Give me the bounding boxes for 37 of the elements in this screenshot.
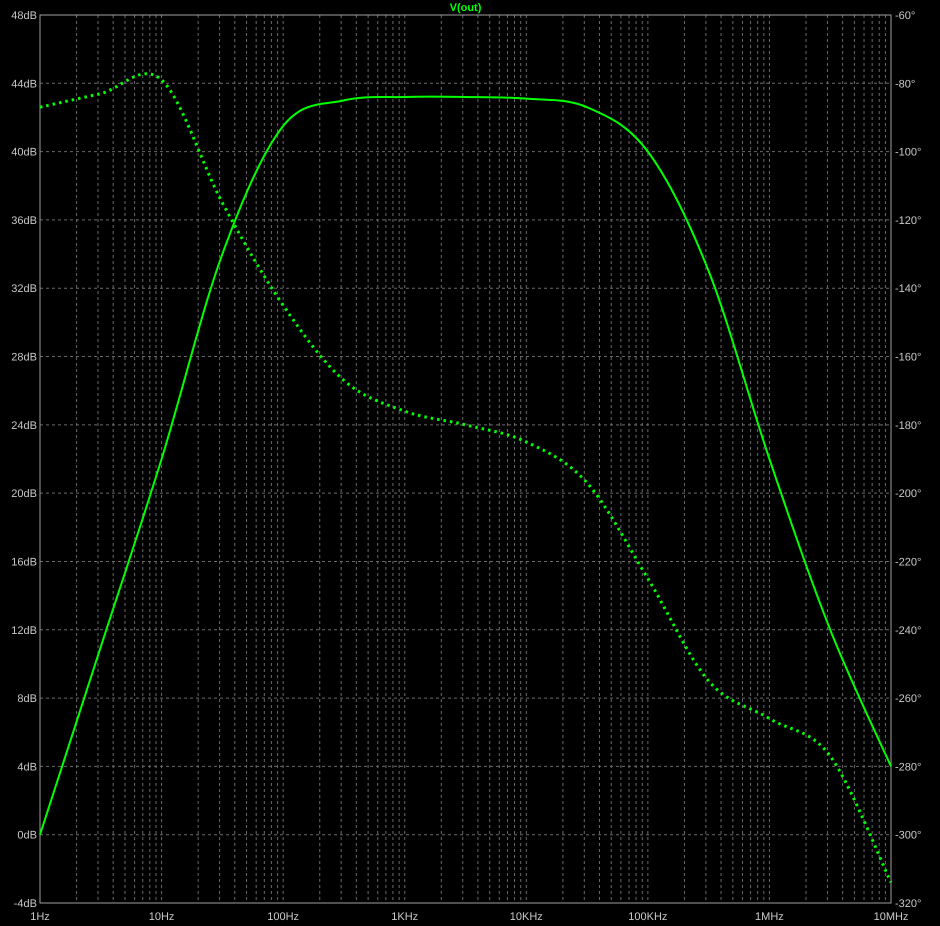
phase-axis-label: -280° — [895, 761, 922, 774]
phase-axis-label: -300° — [895, 830, 922, 842]
y-axis-label: 48dB — [11, 10, 37, 22]
y-axis-label: 8dB — [17, 693, 37, 706]
chart-title: V(out) — [450, 2, 482, 14]
x-axis-label: 100Hz — [267, 911, 300, 923]
phase-axis-label: -140° — [895, 283, 922, 296]
y-axis-label: 44dB — [11, 78, 37, 90]
x-axis-label: 10Hz — [148, 911, 174, 923]
y-axis-label: 24dB — [11, 420, 37, 432]
x-axis-label: 100KHz — [628, 911, 668, 923]
y-axis-label: 28dB — [11, 352, 37, 364]
y-axis-label: 4dB — [17, 761, 37, 774]
x-axis-label: 10MHz — [874, 911, 908, 923]
phase-axis-label: -260° — [895, 693, 922, 706]
phase-axis-label: -120° — [895, 214, 922, 227]
y-axis-label: 12dB — [11, 624, 37, 637]
x-axis-label: 10KHz — [510, 911, 543, 923]
phase-axis-label: -60° — [895, 10, 916, 22]
x-axis-label: 1KHz — [391, 911, 418, 923]
phase-axis-label: -180° — [895, 420, 922, 432]
phase-axis-label: -240° — [895, 624, 922, 637]
y-axis-label: 36dB — [11, 214, 37, 227]
x-axis-label: 1MHz — [755, 911, 784, 923]
y-axis-label: 20dB — [11, 488, 37, 500]
phase-axis-label: -100° — [895, 146, 922, 159]
phase-axis-label: -80° — [895, 78, 916, 90]
x-axis-label: 1Hz — [30, 911, 50, 923]
phase-axis-label: -200° — [895, 488, 922, 500]
y-axis-label: 0dB — [17, 830, 37, 842]
y-axis-label: -4dB — [14, 898, 37, 910]
phase-axis-label: -320° — [895, 898, 922, 910]
y-axis-label: 16dB — [11, 556, 37, 568]
y-axis-label: 40dB — [11, 146, 37, 159]
phase-axis-label: -220° — [895, 556, 922, 568]
y-axis-label: 32dB — [11, 283, 37, 296]
phase-axis-label: -160° — [895, 352, 922, 364]
